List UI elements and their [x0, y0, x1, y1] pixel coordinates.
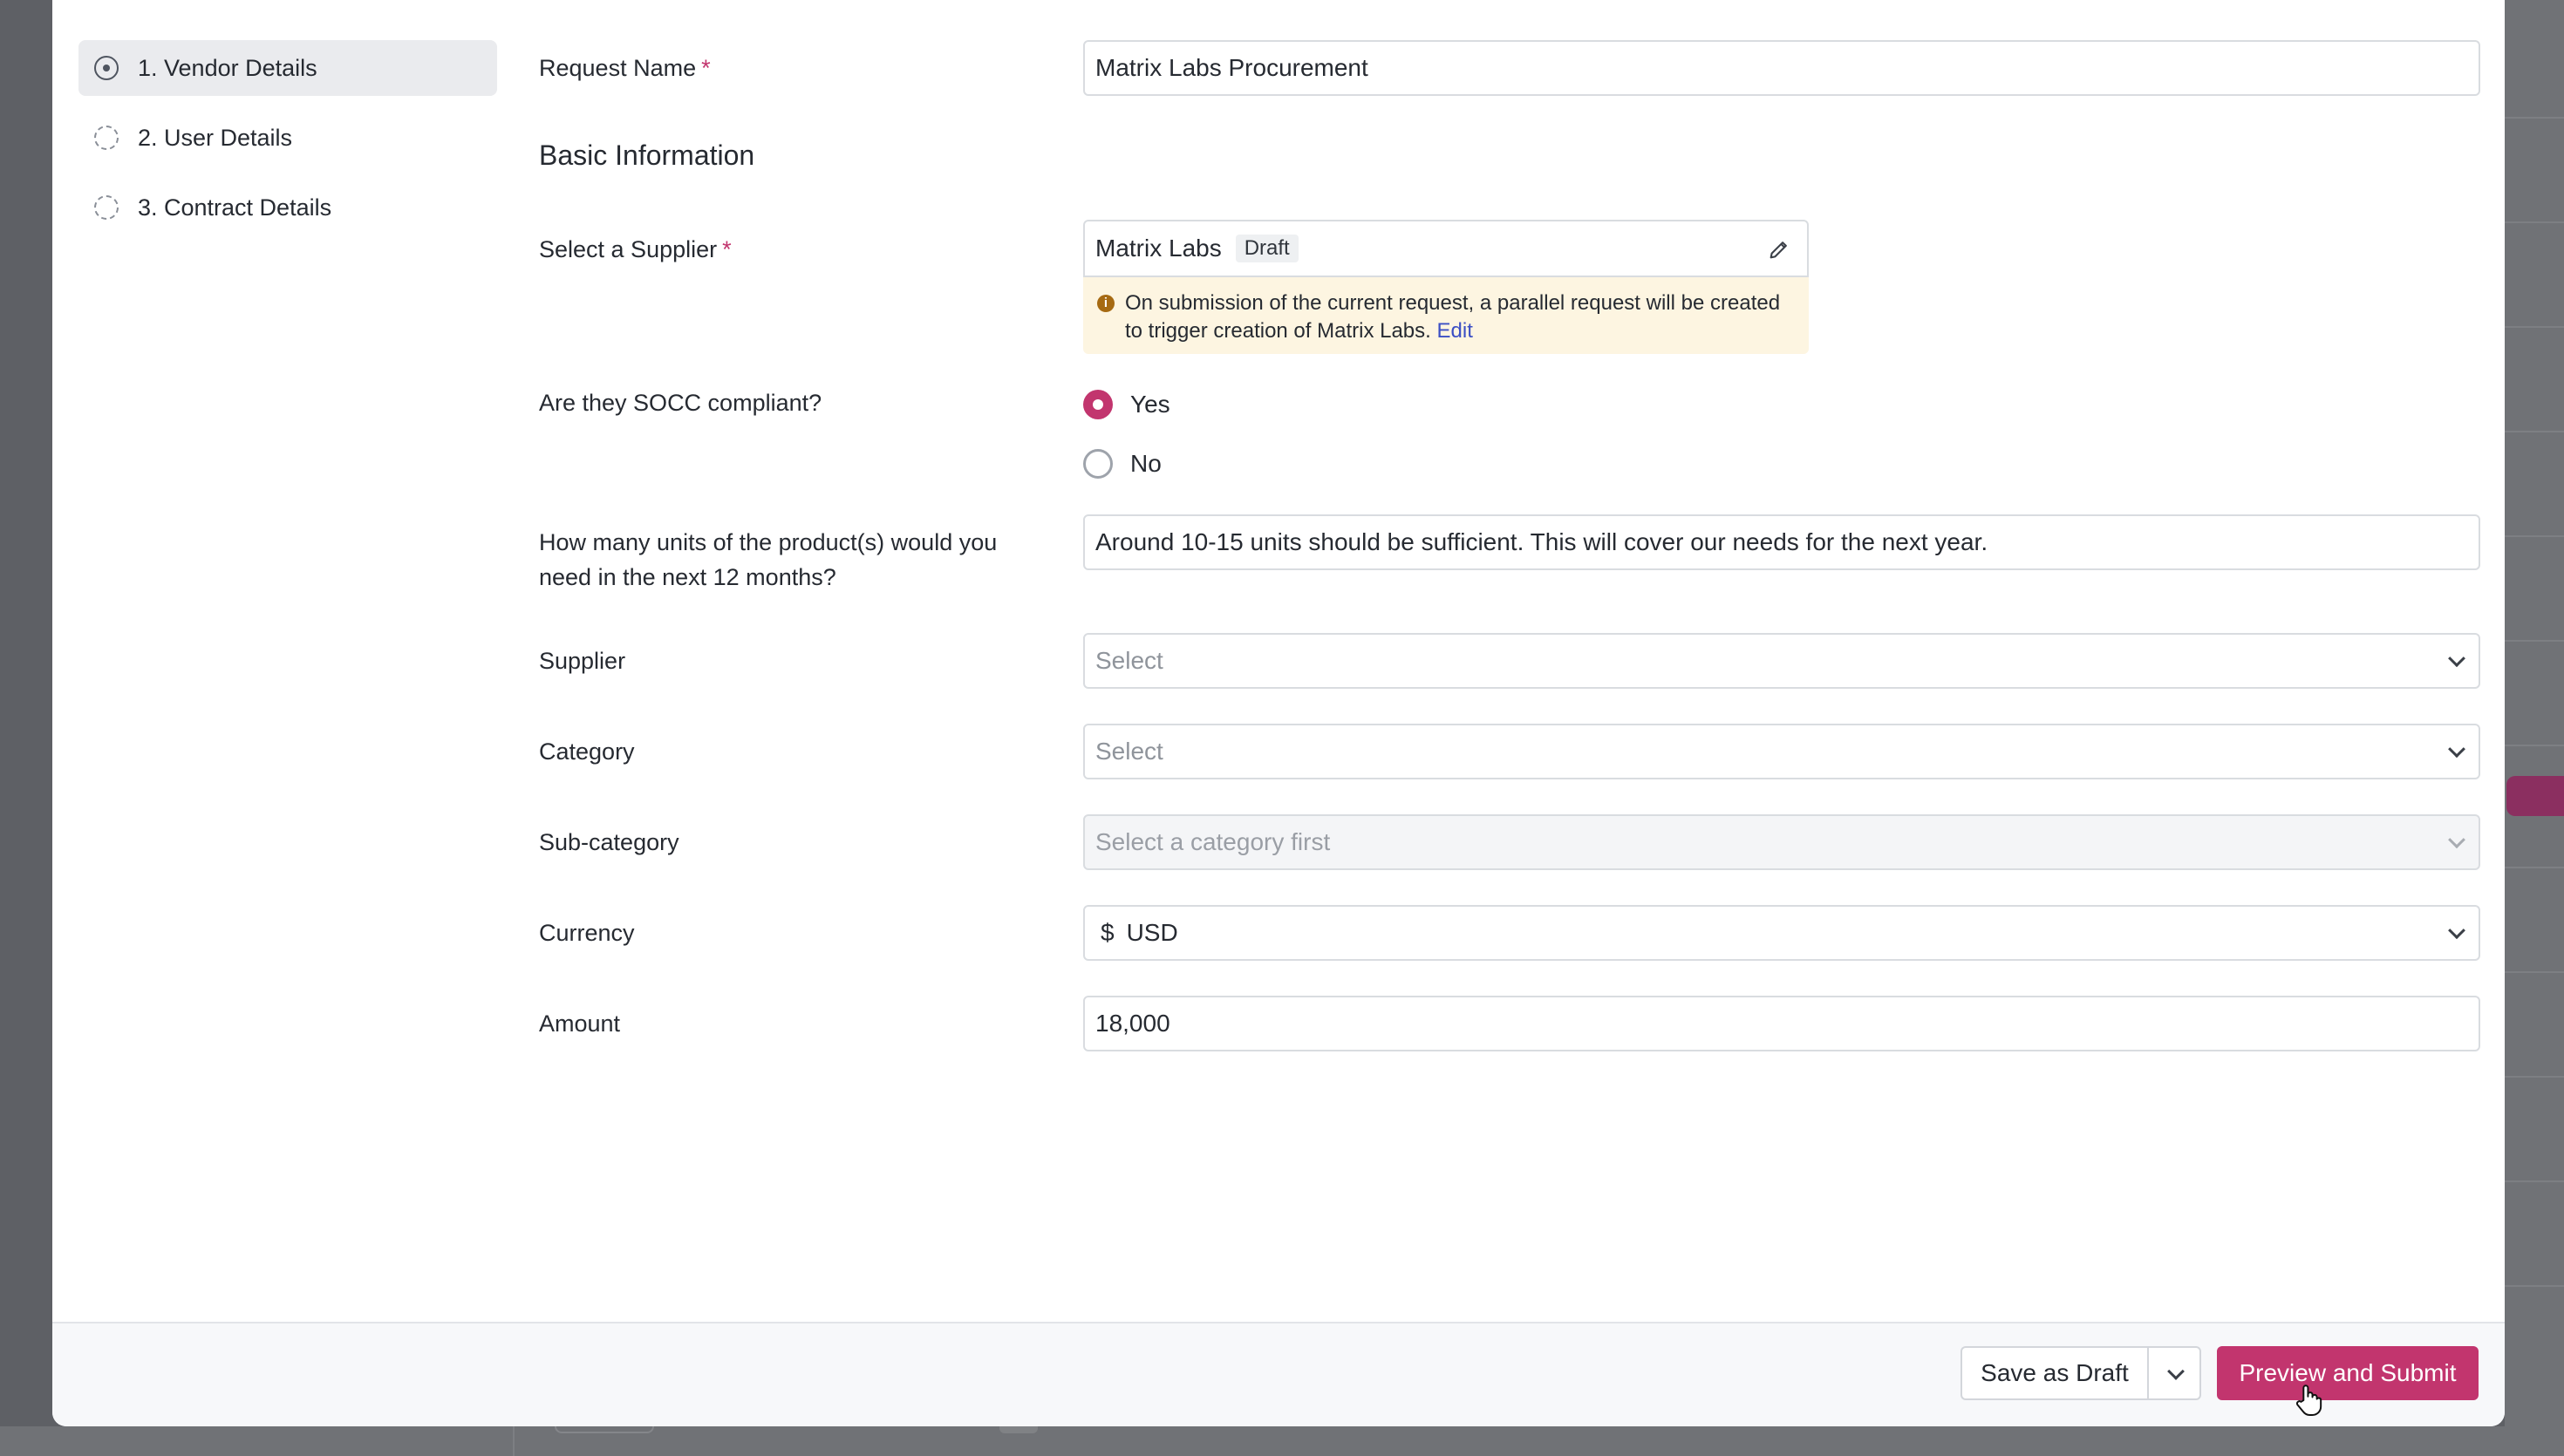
- category-select[interactable]: Select: [1083, 724, 2480, 779]
- socc-option-no[interactable]: No: [1083, 446, 1162, 481]
- amount-label: Amount: [539, 1010, 621, 1037]
- notice-edit-link[interactable]: Edit: [1437, 319, 1473, 343]
- units-input[interactable]: Around 10-15 units should be sufficient.…: [1083, 514, 2480, 570]
- chevron-down-icon: [2448, 831, 2465, 849]
- units-label: How many units of the product(s) would y…: [539, 529, 998, 590]
- save-as-draft-button[interactable]: Save as Draft: [1961, 1346, 2147, 1400]
- step-current-icon: [94, 56, 119, 80]
- chevron-down-icon: [2167, 1363, 2185, 1380]
- background-page-right-edge: [2505, 0, 2564, 1456]
- pencil-icon[interactable]: [1767, 237, 1791, 262]
- socc-label: Are they SOCC compliant?: [539, 390, 822, 416]
- socc-option-yes[interactable]: Yes: [1083, 387, 1170, 422]
- step-vendor-details[interactable]: 1. Vendor Details: [78, 40, 497, 96]
- draft-badge: Draft: [1235, 235, 1299, 262]
- chevron-down-icon: [2448, 740, 2465, 759]
- step-pending-icon: [94, 195, 119, 220]
- step-label: 2. User Details: [138, 124, 293, 151]
- currency-label: Currency: [539, 920, 635, 946]
- request-modal: 1. Vendor Details 2. User Details 3. Con…: [52, 0, 2505, 1426]
- request-name-input[interactable]: Matrix Labs Procurement: [1083, 40, 2480, 96]
- supplier-select[interactable]: Select: [1083, 633, 2480, 689]
- background-page-bottom-edge: [0, 1426, 2564, 1456]
- steps-sidebar: 1. Vendor Details 2. User Details 3. Con…: [78, 40, 497, 249]
- parallel-request-notice: i On submission of the current request, …: [1083, 277, 1809, 354]
- selected-supplier-name: Matrix Labs: [1095, 235, 1222, 262]
- request-name-label: Request Name *: [539, 55, 711, 81]
- step-contract-details[interactable]: 3. Contract Details: [78, 180, 497, 235]
- supplier-label: Supplier: [539, 648, 626, 674]
- chevron-down-icon: [2448, 650, 2465, 668]
- save-options-dropdown-button[interactable]: [2147, 1346, 2201, 1400]
- currency-select[interactable]: $ USD: [1083, 905, 2480, 961]
- radio-selected[interactable]: [1083, 390, 1113, 419]
- step-pending-icon: [94, 126, 119, 150]
- dollar-icon: $: [1101, 919, 1115, 946]
- hand-cursor-icon: [2296, 1385, 2322, 1416]
- category-label: Category: [539, 738, 635, 765]
- step-label: 3. Contract Details: [138, 194, 332, 221]
- amount-input[interactable]: 18,000: [1083, 996, 2480, 1051]
- radio-unselected[interactable]: [1083, 449, 1113, 479]
- preview-and-submit-button[interactable]: Preview and Submit: [2217, 1346, 2479, 1400]
- chevron-down-icon: [2448, 922, 2465, 940]
- selected-supplier-field[interactable]: Matrix Labs Draft: [1083, 220, 1809, 277]
- info-icon: i: [1097, 295, 1115, 312]
- background-button: [2506, 776, 2564, 816]
- subcategory-select[interactable]: Select a category first: [1083, 814, 2480, 870]
- section-title: Basic Information: [539, 139, 755, 171]
- subcategory-label: Sub-category: [539, 829, 679, 855]
- select-supplier-label: Select a Supplier *: [539, 236, 732, 262]
- radio-label: No: [1130, 450, 1162, 477]
- radio-label: Yes: [1130, 391, 1170, 418]
- modal-footer: Save as Draft Preview and Submit: [52, 1322, 2505, 1426]
- step-label: 1. Vendor Details: [138, 54, 317, 81]
- step-user-details[interactable]: 2. User Details: [78, 110, 497, 166]
